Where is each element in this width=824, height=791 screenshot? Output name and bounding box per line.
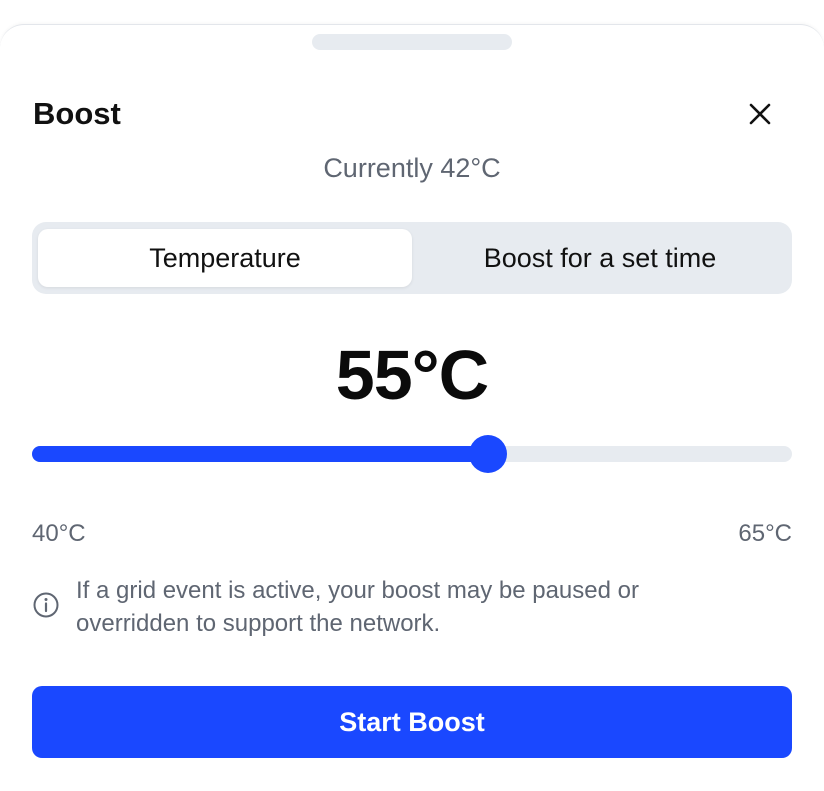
grid-event-notice: If a grid event is active, your boost ma… xyxy=(32,574,792,640)
temperature-slider[interactable] xyxy=(32,430,792,478)
info-icon xyxy=(33,592,59,618)
close-button[interactable] xyxy=(740,94,780,134)
slider-fill xyxy=(32,446,488,462)
tab-boost-set-time[interactable]: Boost for a set time xyxy=(414,229,786,287)
slider-min-label: 40°C xyxy=(32,520,86,547)
slider-thumb[interactable] xyxy=(469,435,507,473)
mode-toggle: Temperature Boost for a set time xyxy=(32,222,792,294)
target-temperature: 55°C xyxy=(335,336,489,414)
close-icon xyxy=(749,103,771,125)
start-boost-button[interactable]: Start Boost xyxy=(32,686,792,758)
current-temperature: Currently 42°C xyxy=(323,153,501,183)
slider-max-label: 65°C xyxy=(738,520,792,547)
drag-handle[interactable] xyxy=(312,34,512,50)
notice-text: If a grid event is active, your boost ma… xyxy=(76,577,639,637)
tab-temperature[interactable]: Temperature xyxy=(38,229,412,287)
sheet-title: Boost xyxy=(33,96,121,131)
